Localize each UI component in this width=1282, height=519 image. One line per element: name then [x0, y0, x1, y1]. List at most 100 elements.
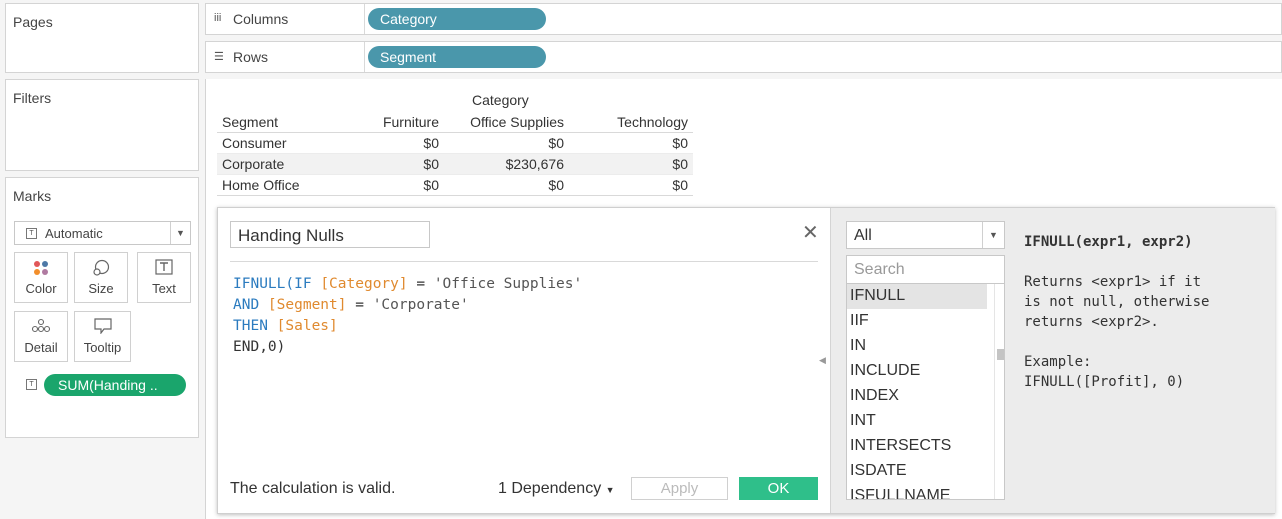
- list-item[interactable]: IIF: [847, 309, 987, 334]
- editor-divider: [230, 261, 818, 262]
- marks-title: Marks: [13, 188, 52, 204]
- table-cell[interactable]: $0: [672, 135, 688, 151]
- code-string: 'Office Supplies': [433, 276, 583, 292]
- tooltip-label: Tooltip: [83, 340, 122, 355]
- dependency-label: 1 Dependency: [498, 480, 602, 497]
- calculation-name-input[interactable]: [230, 221, 430, 248]
- list-item[interactable]: IN: [847, 334, 987, 359]
- rows-label: Rows: [233, 49, 269, 65]
- detail-label: Detail: [24, 340, 58, 355]
- code-line: END,0): [233, 339, 286, 355]
- pages-panel: Pages: [5, 3, 199, 73]
- code-keyword: IFNULL(IF: [233, 276, 321, 292]
- list-item[interactable]: IFNULL: [847, 284, 987, 309]
- row-header[interactable]: Corporate: [222, 156, 284, 172]
- apply-button[interactable]: Apply: [631, 477, 728, 500]
- code-keyword: AND: [233, 297, 268, 313]
- size-icon: [75, 253, 127, 281]
- marks-panel: Marks T Automatic ▼ Color Size Text Deta…: [5, 177, 199, 438]
- formula-editor[interactable]: IFNULL(IF [Category] = 'Office Supplies'…: [233, 274, 582, 358]
- function-description: Returns <expr1> if it is not null, other…: [1024, 274, 1210, 330]
- function-search-input[interactable]: Search: [846, 255, 1005, 284]
- columns-icon: iii: [214, 12, 222, 24]
- table-row: Home Office $0 $0 $0: [217, 175, 693, 196]
- rows-shelf[interactable]: ☰ Rows Segment: [205, 41, 1282, 73]
- function-category-label: All: [854, 227, 872, 244]
- detail-card[interactable]: Detail: [14, 311, 68, 362]
- chevron-down-icon[interactable]: ▼: [982, 222, 1004, 248]
- text-label: Text: [152, 281, 176, 296]
- chevron-down-icon: ▼: [605, 485, 615, 495]
- pages-title: Pages: [13, 14, 53, 30]
- tooltip-card[interactable]: Tooltip: [74, 311, 131, 362]
- function-category-dropdown[interactable]: All ▼: [846, 221, 1005, 249]
- code-string: 'Corporate': [372, 297, 469, 313]
- column-header-technology[interactable]: Technology: [617, 114, 688, 130]
- color-card[interactable]: Color: [14, 252, 68, 303]
- calculation-editor-dialog: ✕ IFNULL(IF [Category] = 'Office Supplie…: [217, 207, 1275, 514]
- text-mark-icon: T: [26, 228, 37, 239]
- category-header[interactable]: Category: [472, 92, 529, 108]
- shelf-divider: [364, 4, 365, 34]
- row-header[interactable]: Consumer: [222, 135, 287, 151]
- crosstab-column-header: Category: [217, 92, 693, 112]
- table-cell[interactable]: $0: [672, 177, 688, 193]
- table-cell[interactable]: $0: [548, 177, 564, 193]
- color-icon: [15, 253, 67, 281]
- mark-type-dropdown[interactable]: T Automatic ▼: [14, 221, 191, 245]
- chevron-down-icon[interactable]: ▼: [170, 222, 190, 244]
- table-cell[interactable]: $0: [423, 177, 439, 193]
- columns-label: Columns: [233, 11, 289, 27]
- calculation-editor: ✕ IFNULL(IF [Category] = 'Office Supplie…: [218, 208, 830, 513]
- segment-header[interactable]: Segment: [222, 114, 278, 130]
- size-label: Size: [88, 281, 114, 296]
- table-row: Corporate $0 $230,676 $0: [217, 154, 693, 175]
- function-documentation: IFNULL(expr1, expr2) Returns <expr1> if …: [1024, 232, 1209, 392]
- column-header-furniture[interactable]: Furniture: [383, 114, 439, 130]
- list-item[interactable]: ISDATE: [847, 459, 987, 484]
- table-cell[interactable]: $0: [548, 135, 564, 151]
- mark-type-label: Automatic: [45, 226, 103, 241]
- sum-handling-nulls-pill[interactable]: SUM(Handing ..: [44, 374, 186, 396]
- code-field: [Segment]: [267, 297, 347, 313]
- example-label: Example:: [1024, 354, 1092, 370]
- collapse-panel-icon[interactable]: ◀: [819, 355, 826, 366]
- code-keyword: THEN: [233, 318, 277, 334]
- filters-title: Filters: [13, 90, 52, 106]
- list-item[interactable]: INT: [847, 409, 987, 434]
- code-field: [Category]: [320, 276, 408, 292]
- dependency-dropdown[interactable]: 1 Dependency ▼: [498, 480, 615, 498]
- validation-status: The calculation is valid.: [230, 480, 396, 497]
- columns-shelf[interactable]: iii Columns Category: [205, 3, 1282, 35]
- list-item[interactable]: ISFULLNAME: [847, 484, 987, 499]
- table-row: Consumer $0 $0 $0: [217, 133, 693, 154]
- function-example: IFNULL([Profit], 0): [1024, 374, 1185, 390]
- list-item[interactable]: INCLUDE: [847, 359, 987, 384]
- detail-icon: [15, 312, 67, 340]
- function-reference-panel: All ▼ Search IFNULL IIF IN INCLUDE INDEX…: [830, 208, 1275, 513]
- code-field: [Sales]: [276, 318, 338, 334]
- code-operator: =: [346, 297, 373, 313]
- size-card[interactable]: Size: [74, 252, 128, 303]
- filters-panel[interactable]: Filters: [5, 79, 199, 171]
- scroll-thumb[interactable]: [997, 349, 1004, 360]
- close-icon[interactable]: ✕: [802, 223, 819, 243]
- list-item[interactable]: INTERSECTS: [847, 434, 987, 459]
- table-cell[interactable]: $0: [423, 156, 439, 172]
- ok-button[interactable]: OK: [739, 477, 818, 500]
- table-cell[interactable]: $0: [672, 156, 688, 172]
- segment-pill[interactable]: Segment: [368, 46, 546, 68]
- text-icon: [138, 253, 190, 281]
- table-cell[interactable]: $0: [423, 135, 439, 151]
- category-pill[interactable]: Category: [368, 8, 546, 30]
- function-list: IFNULL IIF IN INCLUDE INDEX INT INTERSEC…: [846, 284, 1005, 500]
- shelf-divider: [364, 42, 365, 72]
- function-signature: IFNULL(expr1, expr2): [1024, 234, 1193, 250]
- rows-icon: ☰: [214, 51, 224, 63]
- list-item[interactable]: INDEX: [847, 384, 987, 409]
- table-cell[interactable]: $230,676: [506, 156, 564, 172]
- column-header-office-supplies[interactable]: Office Supplies: [470, 114, 564, 130]
- text-card[interactable]: Text: [137, 252, 191, 303]
- row-header[interactable]: Home Office: [222, 177, 300, 193]
- function-list-scrollbar[interactable]: [994, 284, 1004, 499]
